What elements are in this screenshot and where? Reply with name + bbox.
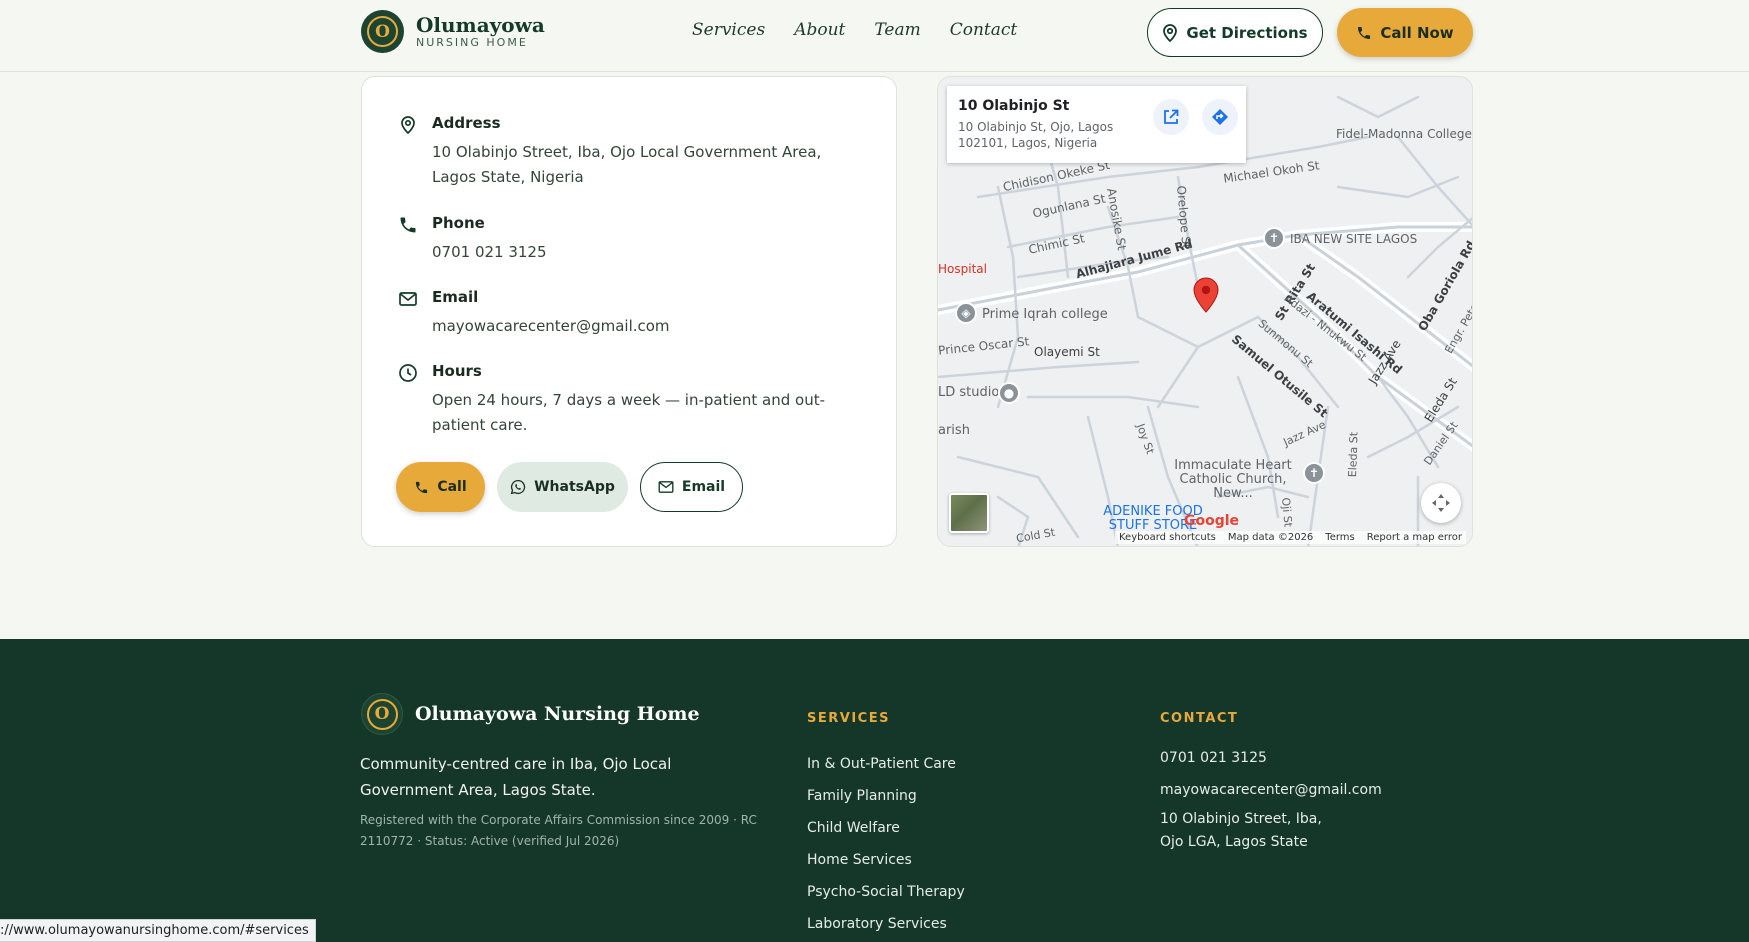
call-now-button[interactable]: Call Now [1337, 8, 1473, 57]
phone-icon [400, 217, 416, 233]
get-directions-button[interactable]: Get Directions [1147, 8, 1323, 57]
service-link[interactable]: In & Out-Patient Care [807, 748, 965, 780]
footer-contact-list: 0701 021 3125 mayowacarecenter@gmail.com… [1160, 748, 1382, 854]
hours-label: Hours [432, 362, 482, 380]
map-label-eleda-2: Eleda St [1346, 431, 1361, 478]
site-logo[interactable]: O Olumayowa NURSING HOME [361, 10, 545, 53]
nav-team[interactable]: Team [874, 20, 920, 40]
place-title: 10 Olabinjo St [958, 98, 1070, 114]
address-block: Address 10 Olabinjo Street, Iba, Ojo Loc… [398, 113, 858, 190]
service-link[interactable]: Laboratory Services [807, 908, 965, 940]
whatsapp-button-label: WhatsApp [534, 479, 615, 495]
map-label-immaculate: Immaculate Heart Catholic Church, New... [1174, 458, 1292, 501]
service-link[interactable]: Family Planning [807, 780, 965, 812]
location-marker-icon[interactable] [1193, 277, 1219, 313]
call-button-label: Call [437, 479, 467, 495]
phone-value[interactable]: 0701 021 3125 [432, 240, 858, 265]
logo-mark-icon: O [361, 10, 404, 53]
fullscreen-button[interactable] [1421, 483, 1461, 523]
map-label-hospital: Hospital [938, 262, 987, 276]
call-button[interactable]: Call [396, 462, 485, 512]
main-nav: Services About Team Contact [692, 20, 1017, 40]
service-link[interactable]: Psycho-Social Therapy [807, 876, 965, 908]
map-attribution: Keyboard shortcuts Map data ©2026 Terms … [1115, 531, 1466, 544]
map-directions-button[interactable] [1202, 99, 1238, 135]
map-label-parish: arish [938, 423, 970, 438]
clock-icon [399, 364, 417, 382]
hours-block: Hours Open 24 hours, 7 days a week — in-… [398, 361, 858, 438]
directions-icon [1212, 109, 1228, 125]
contact-actions: Call WhatsApp Email [396, 462, 743, 512]
mail-icon [399, 292, 417, 306]
location-pin-icon [401, 116, 415, 135]
service-link[interactable]: Home Services [807, 844, 965, 876]
contact-heading: CONTACT [1160, 711, 1239, 726]
hours-value: Open 24 hours, 7 days a week — in-patien… [432, 391, 825, 434]
map-label-iba-new-site: IBA NEW SITE LAGOS [1290, 232, 1418, 246]
place-address: 10 Olabinjo St, Ojo, Lagos 102101, Lagos… [958, 120, 1114, 150]
logo-mark-icon: O [361, 693, 403, 735]
footer-registration: Registered with the Corporate Affairs Co… [360, 813, 757, 848]
report-map-error-link[interactable]: Report a map error [1367, 532, 1462, 543]
footer-brand-name: Olumayowa Nursing Home [415, 703, 700, 725]
footer-address-line-1: 10 Olabinjo Street, Iba, [1160, 811, 1322, 827]
map-label-fidel: Fidel-Madonna College Of Excellence [1336, 127, 1472, 141]
logo-subtitle: NURSING HOME [416, 36, 528, 49]
logo-name: Olumayowa [416, 13, 545, 37]
camera-poi-icon[interactable]: ● [998, 382, 1020, 404]
whatsapp-button[interactable]: WhatsApp [497, 462, 628, 512]
service-link[interactable]: Child Welfare [807, 812, 965, 844]
map-label-ld-studio: LD studio [938, 385, 1000, 400]
mail-icon [658, 481, 674, 493]
map-label-prime-iqrah: Prime Iqrah college [982, 307, 1108, 322]
school-poi-icon[interactable]: ◈ [955, 302, 977, 324]
services-list: In & Out-Patient Care Family Planning Ch… [807, 748, 965, 940]
email-label: Email [432, 288, 479, 306]
address-label: Address [432, 114, 501, 132]
site-footer: O Olumayowa Nursing Home Community-centr… [0, 639, 1749, 942]
footer-description: Community-centred care in Iba, Ojo Local… [360, 755, 672, 799]
phone-icon [416, 481, 428, 493]
church-poi-icon[interactable]: ✝ [1263, 227, 1285, 249]
keyboard-shortcuts-link[interactable]: Keyboard shortcuts [1119, 532, 1216, 543]
map-pin-icon [1163, 23, 1178, 42]
email-block: Email mayowacarecenter@gmail.com [398, 287, 858, 339]
satellite-toggle-button[interactable] [949, 493, 989, 533]
church-poi-icon-2[interactable]: ✝ [1303, 462, 1325, 484]
external-link-icon [1164, 109, 1179, 124]
google-logo: Google [1184, 513, 1240, 529]
nav-services[interactable]: Services [692, 20, 765, 40]
map-place-card: 10 Olabinjo St 10 Olabinjo St, Ojo, Lago… [947, 86, 1246, 163]
call-now-label: Call Now [1380, 23, 1454, 42]
phone-block: Phone 0701 021 3125 [398, 213, 858, 265]
footer-phone[interactable]: 0701 021 3125 [1160, 748, 1382, 768]
fullscreen-icon [1432, 494, 1450, 512]
nav-about[interactable]: About [794, 20, 845, 40]
site-header: O Olumayowa NURSING HOME Services About … [0, 0, 1749, 72]
email-value[interactable]: mayowacarecenter@gmail.com [432, 314, 858, 339]
map-label-oji: Oji St [1279, 497, 1295, 528]
footer-email[interactable]: mayowacarecenter@gmail.com [1160, 780, 1382, 800]
whatsapp-icon [510, 479, 526, 495]
nav-contact[interactable]: Contact [950, 20, 1018, 40]
services-heading: SERVICES [807, 711, 890, 726]
footer-address-line-2: Ojo LGA, Lagos State [1160, 834, 1308, 850]
email-button-label: Email [681, 479, 726, 495]
map-data-text: Map data ©2026 [1227, 532, 1314, 543]
open-in-maps-button[interactable] [1153, 99, 1189, 135]
phone-label: Phone [432, 214, 485, 232]
email-button[interactable]: Email [640, 462, 743, 512]
contact-card: Address 10 Olabinjo Street, Iba, Ojo Loc… [361, 76, 897, 547]
address-value: 10 Olabinjo Street, Iba, Ojo Local Gover… [432, 143, 822, 186]
get-directions-label: Get Directions [1186, 23, 1308, 42]
terms-link[interactable]: Terms [1325, 532, 1354, 543]
map-label-olayemi: Olayemi St [1034, 345, 1100, 359]
location-map[interactable]: Fidel-Madonna College Of Excellence Mich… [937, 76, 1473, 547]
phone-icon [1358, 26, 1371, 39]
footer-logo[interactable]: O Olumayowa Nursing Home [361, 693, 700, 735]
browser-status-url: ://www.olumayowanursinghome.com/#service… [0, 919, 316, 942]
